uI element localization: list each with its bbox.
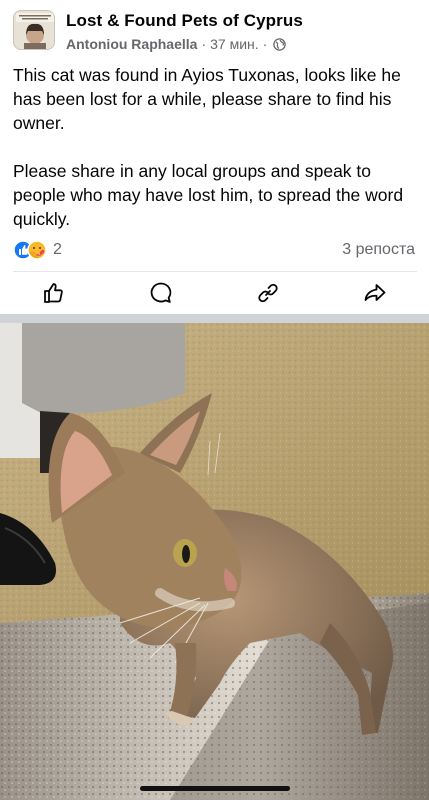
post-header: Lost & Found Pets of Cyprus Antoniou Rap…: [0, 0, 429, 56]
care-icon: [27, 240, 47, 260]
copy-link-button[interactable]: [253, 278, 283, 308]
reaction-icons: [13, 240, 49, 260]
shares-count[interactable]: 3 репоста: [342, 241, 415, 259]
reaction-count: 2: [53, 241, 62, 258]
group-name[interactable]: Lost & Found Pets of Cyprus: [66, 11, 303, 31]
reactions-summary[interactable]: 2 3 репоста: [13, 238, 417, 264]
globe-icon: [273, 37, 287, 51]
post-actions: [0, 276, 429, 312]
meta-separator: ·: [262, 36, 268, 52]
copy-link-icon: [258, 283, 278, 303]
post-paragraph: Please share in any local groups and spe…: [13, 161, 404, 229]
like-icon: [44, 283, 63, 303]
divider: [13, 271, 417, 272]
cat-photo[interactable]: [0, 323, 429, 800]
post-body: This cat was found in Ayios Tuxonas, loo…: [13, 63, 417, 231]
home-indicator[interactable]: [140, 786, 290, 791]
share-icon: [364, 284, 386, 301]
post-meta: Antoniou Raphaella · 37 мин. ·: [66, 36, 287, 52]
post-paragraph: This cat was found in Ayios Tuxonas, loo…: [13, 65, 401, 133]
group-avatar[interactable]: [13, 10, 55, 50]
share-button[interactable]: [360, 278, 390, 308]
like-button[interactable]: [39, 278, 69, 308]
section-separator: [0, 314, 429, 323]
comment-icon: [150, 282, 172, 303]
comment-button[interactable]: [146, 278, 176, 308]
post-time[interactable]: 37 мин.: [210, 36, 259, 52]
author-name[interactable]: Antoniou Raphaella: [66, 36, 197, 52]
meta-separator: ·: [201, 36, 207, 52]
